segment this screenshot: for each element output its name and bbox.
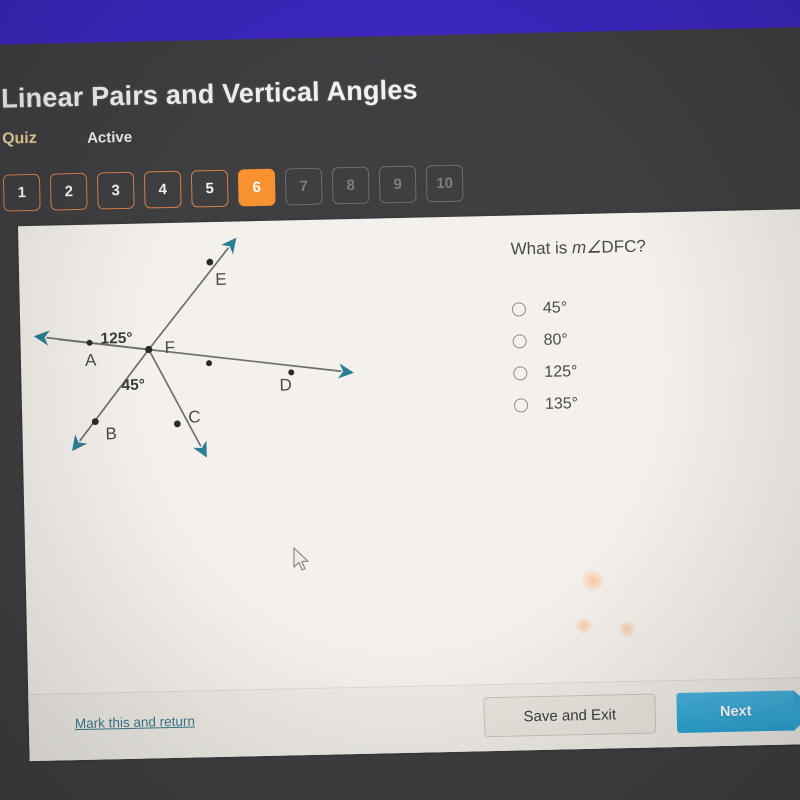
option-label-1: 45° — [542, 299, 568, 317]
label-F: F — [164, 338, 175, 357]
pager-item-9: 9 — [378, 165, 417, 204]
lens-flare-artifact — [618, 620, 636, 638]
pager-item-8: 8 — [331, 166, 370, 205]
radio-icon-option-1[interactable] — [511, 302, 527, 317]
option-label-4: 135° — [544, 395, 579, 413]
option-label-2: 80° — [543, 331, 569, 349]
radio-icon-option-2[interactable] — [512, 334, 527, 349]
question-angle-name: DFC — [601, 236, 637, 257]
question-card-body: E F A D B C 125° 45° What is m∠DFC? 45° … — [18, 209, 800, 694]
question-card: E F A D B C 125° 45° What is m∠DFC? 45° … — [18, 209, 800, 762]
pager-item-10: 10 — [425, 164, 464, 203]
lens-flare-artifact — [581, 569, 605, 593]
quiz-kind-label: Quiz — [1, 129, 37, 148]
radio-icon-option-4[interactable] — [513, 398, 529, 413]
ray-FC — [147, 349, 207, 458]
question-suffix: ? — [636, 236, 647, 256]
angle-label-45: 45° — [121, 377, 145, 395]
mouse-cursor-icon — [293, 547, 309, 571]
next-arrow-icon — [793, 689, 800, 731]
option-label-3: 125° — [544, 363, 578, 381]
pager-item-4[interactable]: 4 — [143, 170, 182, 209]
point-A — [86, 339, 93, 346]
question-text: What is m∠DFC? — [510, 237, 646, 260]
ray-FE — [148, 237, 237, 350]
tilted-screen-contents: Linear Pairs and Vertical Angles Quiz Ac… — [0, 0, 800, 800]
point-D — [206, 360, 213, 367]
label-D: D — [279, 375, 292, 394]
option-row-4[interactable]: 135° — [513, 384, 775, 422]
pager-item-6-current[interactable]: 6 — [237, 168, 276, 207]
next-button-label: Next — [676, 690, 796, 734]
label-A: A — [85, 351, 97, 370]
screen-photo: Linear Pairs and Vertical Angles Quiz Ac… — [0, 0, 800, 800]
radio-icon-option-3[interactable] — [513, 366, 528, 381]
angle-symbol-icon: ∠ — [585, 237, 602, 257]
save-and-exit-button[interactable]: Save and Exit — [483, 693, 657, 738]
label-C: C — [188, 407, 201, 426]
pager-item-3[interactable]: 3 — [96, 171, 135, 210]
point-E — [206, 258, 214, 266]
label-B: B — [105, 424, 117, 443]
lens-flare-artifact — [575, 617, 593, 635]
mark-this-and-return-link[interactable]: Mark this and return — [75, 714, 195, 732]
ray-FA — [33, 330, 149, 351]
geometry-figure: E F A D B C 125° 45° — [18, 218, 404, 516]
angles-diagram-svg: E F A D B C 125° 45° — [33, 237, 354, 458]
label-E: E — [215, 270, 227, 289]
next-button[interactable]: Next — [676, 689, 800, 734]
point-C — [173, 420, 181, 428]
pager-item-7: 7 — [284, 167, 323, 206]
pager-item-1[interactable]: 1 — [2, 173, 41, 212]
angle-label-125: 125° — [100, 330, 132, 348]
question-measure-var: m — [571, 237, 587, 258]
quiz-status-label: Active — [86, 128, 133, 147]
pager-item-5[interactable]: 5 — [190, 169, 229, 208]
question-prefix: What is — [510, 238, 573, 259]
answer-options[interactable]: 45° 80° 125° 135° — [511, 288, 775, 422]
pager-item-2[interactable]: 2 — [49, 172, 88, 211]
